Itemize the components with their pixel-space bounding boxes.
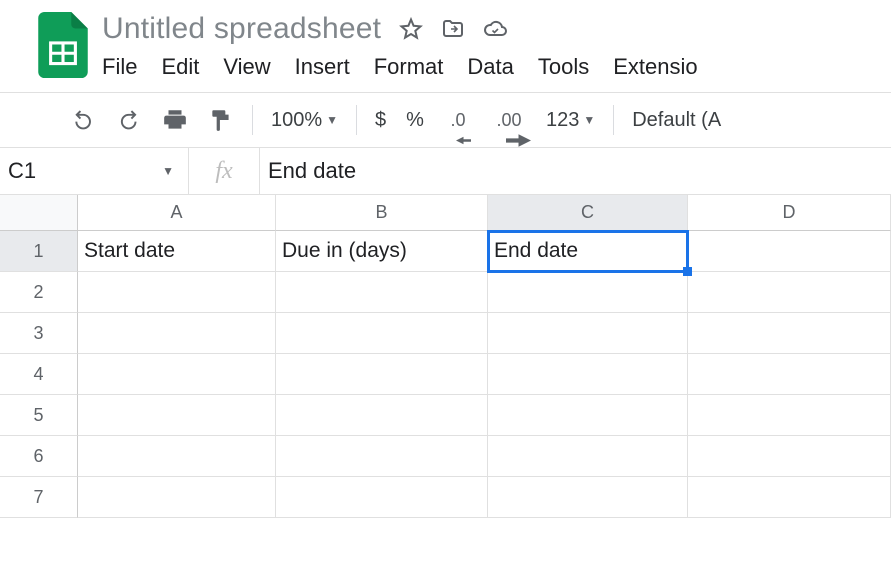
cell-C6[interactable]: [488, 436, 688, 477]
row-4: 4: [0, 354, 891, 395]
toolbar-group-history: [52, 107, 252, 133]
cell-A5[interactable]: [78, 395, 276, 436]
name-box-value: C1: [8, 158, 36, 184]
row-7: 7: [0, 477, 891, 518]
cell-B1[interactable]: Due in (days): [276, 231, 488, 272]
row-header-7[interactable]: 7: [0, 477, 78, 518]
cell-A4[interactable]: [78, 354, 276, 395]
cell-C4[interactable]: [488, 354, 688, 395]
cell-A1[interactable]: Start date: [78, 231, 276, 272]
cell-C5[interactable]: [488, 395, 688, 436]
menu-extensions[interactable]: Extensio: [613, 54, 697, 80]
font-dropdown[interactable]: Default (A: [632, 109, 721, 132]
document-title[interactable]: Untitled spreadsheet: [102, 12, 381, 46]
paint-format-icon[interactable]: [208, 107, 234, 133]
cell-B5[interactable]: [276, 395, 488, 436]
row-6: 6: [0, 436, 891, 477]
cell-D7[interactable]: [688, 477, 891, 518]
cell-D1[interactable]: [688, 231, 891, 272]
more-formats-dropdown[interactable]: 123 ▼: [546, 109, 595, 132]
spreadsheet-grid: A B C D 1 Start date Due in (days) End d…: [0, 195, 891, 518]
row-header-2[interactable]: 2: [0, 272, 78, 313]
format-percent-button[interactable]: %: [406, 109, 424, 132]
menu-format[interactable]: Format: [374, 54, 444, 80]
row-1: 1 Start date Due in (days) End date: [0, 231, 891, 272]
caret-down-icon: ▼: [326, 113, 338, 127]
format-currency-button[interactable]: $: [375, 109, 386, 132]
row-5: 5: [0, 395, 891, 436]
row-header-1[interactable]: 1: [0, 231, 78, 272]
cell-C3[interactable]: [488, 313, 688, 354]
increase-decimal-button[interactable]: .00: [492, 107, 526, 133]
menu-edit[interactable]: Edit: [161, 54, 199, 80]
row-header-5[interactable]: 5: [0, 395, 78, 436]
star-icon[interactable]: [399, 17, 423, 41]
cell-D4[interactable]: [688, 354, 891, 395]
cell-A2[interactable]: [78, 272, 276, 313]
undo-icon[interactable]: [70, 107, 96, 133]
column-header-B[interactable]: B: [276, 195, 488, 231]
menu-data[interactable]: Data: [467, 54, 513, 80]
cell-D2[interactable]: [688, 272, 891, 313]
menu-tools[interactable]: Tools: [538, 54, 589, 80]
row-header-4[interactable]: 4: [0, 354, 78, 395]
row-2: 2: [0, 272, 891, 313]
cell-B2[interactable]: [276, 272, 488, 313]
row-header-6[interactable]: 6: [0, 436, 78, 477]
caret-down-icon: ▼: [583, 113, 595, 127]
cell-D5[interactable]: [688, 395, 891, 436]
cell-A7[interactable]: [78, 477, 276, 518]
sheets-logo-icon[interactable]: [38, 12, 88, 78]
formula-bar: C1 ▼ fx: [0, 147, 891, 195]
toolbar-group-font: Default (A: [614, 109, 739, 132]
cell-B4[interactable]: [276, 354, 488, 395]
cell-D6[interactable]: [688, 436, 891, 477]
cell-B3[interactable]: [276, 313, 488, 354]
decrease-decimal-button[interactable]: .0: [444, 107, 472, 133]
column-header-D[interactable]: D: [688, 195, 891, 231]
menubar: File Edit View Insert Format Data Tools …: [102, 52, 698, 80]
title-row: Untitled spreadsheet: [102, 12, 698, 46]
toolbar: 100% ▼ $ % .0 .00 123 ▼ Default (A: [0, 93, 891, 147]
name-box[interactable]: C1 ▼: [0, 148, 188, 194]
font-label: Default (A: [632, 109, 721, 132]
title-area: Untitled spreadsheet File Edit View Inse…: [102, 8, 698, 80]
column-headers: A B C D: [0, 195, 891, 231]
more-formats-label: 123: [546, 109, 579, 132]
cell-C2[interactable]: [488, 272, 688, 313]
zoom-dropdown[interactable]: 100% ▼: [271, 109, 338, 132]
menu-view[interactable]: View: [223, 54, 270, 80]
redo-icon[interactable]: [116, 107, 142, 133]
menu-insert[interactable]: Insert: [295, 54, 350, 80]
cell-A3[interactable]: [78, 313, 276, 354]
zoom-value: 100%: [271, 109, 322, 132]
decrease-decimal-label: .0: [450, 110, 465, 130]
cell-B7[interactable]: [276, 477, 488, 518]
cell-D3[interactable]: [688, 313, 891, 354]
move-to-folder-icon[interactable]: [441, 17, 465, 41]
formula-input[interactable]: [260, 148, 891, 194]
column-header-C[interactable]: C: [488, 195, 688, 231]
row-3: 3: [0, 313, 891, 354]
fx-label: fx: [189, 158, 259, 185]
column-header-A[interactable]: A: [78, 195, 276, 231]
row-header-3[interactable]: 3: [0, 313, 78, 354]
cell-B6[interactable]: [276, 436, 488, 477]
cell-C1[interactable]: End date: [488, 231, 688, 272]
cloud-status-icon[interactable]: [483, 17, 507, 41]
toolbar-group-number: $ % .0 .00 123 ▼: [357, 107, 613, 133]
caret-down-icon: ▼: [162, 164, 174, 178]
increase-decimal-label: .00: [496, 110, 521, 130]
menu-file[interactable]: File: [102, 54, 137, 80]
select-all-corner[interactable]: [0, 195, 78, 231]
toolbar-group-zoom: 100% ▼: [253, 109, 356, 132]
header: Untitled spreadsheet File Edit View Inse…: [0, 0, 891, 80]
print-icon[interactable]: [162, 107, 188, 133]
cell-A6[interactable]: [78, 436, 276, 477]
cell-C7[interactable]: [488, 477, 688, 518]
